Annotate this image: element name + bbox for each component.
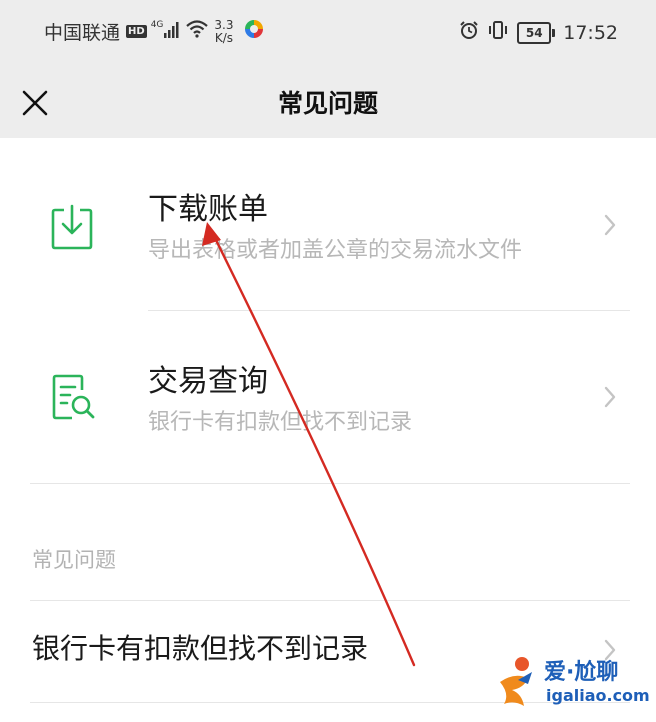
service-subtitle: 银行卡有扣款但找不到记录	[148, 410, 413, 435]
service-title: 下载账单	[148, 192, 268, 227]
section-label-faq: 常见问题	[32, 548, 116, 572]
alarm-icon	[459, 20, 479, 45]
faq-item-label: 银行卡有扣款但找不到记录	[32, 632, 369, 665]
battery-level: 54	[517, 21, 552, 44]
header-bar: 常见问题	[0, 70, 656, 138]
wifi-icon	[186, 20, 209, 43]
chevron-right-icon	[604, 386, 616, 412]
service-transaction-query[interactable]: 交易查询 银行卡有扣款但找不到记录	[0, 310, 656, 480]
chevron-right-icon	[604, 214, 616, 240]
vibrate-icon	[487, 20, 509, 45]
service-subtitle: 导出表格或者加盖公章的交易流水文件	[148, 238, 523, 263]
battery-indicator: 54	[517, 21, 556, 44]
network-speed: 3.3 K/s	[214, 17, 234, 45]
signal-icon	[164, 21, 180, 43]
watermark: 爱·尬聊 igaliao.com	[494, 650, 654, 716]
service-title: 交易查询	[148, 364, 268, 399]
status-bar: 中国联通 HD 4G 3.3 K/s 54 17:52	[0, 0, 656, 70]
divider	[30, 483, 630, 484]
network-type: 4G	[150, 19, 164, 30]
status-bar-left: 中国联通 HD 4G 3.3 K/s	[44, 18, 265, 45]
speed-value: 3.3	[214, 17, 234, 32]
status-bar-right: 54 17:52	[459, 20, 618, 45]
hd-badge: HD	[126, 25, 147, 38]
speed-unit: K/s	[214, 30, 234, 45]
clock-time: 17:52	[563, 21, 618, 44]
download-icon	[50, 202, 94, 254]
page-title: 常见问题	[277, 89, 378, 118]
carrier-name: 中国联通	[44, 22, 121, 44]
watermark-domain: igaliao.com	[546, 686, 650, 705]
battery-tip	[552, 28, 556, 37]
app-notification-icon	[243, 18, 265, 45]
service-download-bill[interactable]: 下载账单 导出表格或者加盖公章的交易流水文件	[0, 140, 656, 310]
watermark-logo-icon	[494, 654, 542, 716]
watermark-brand: 爱·尬聊	[544, 660, 619, 685]
document-search-icon	[50, 372, 96, 426]
